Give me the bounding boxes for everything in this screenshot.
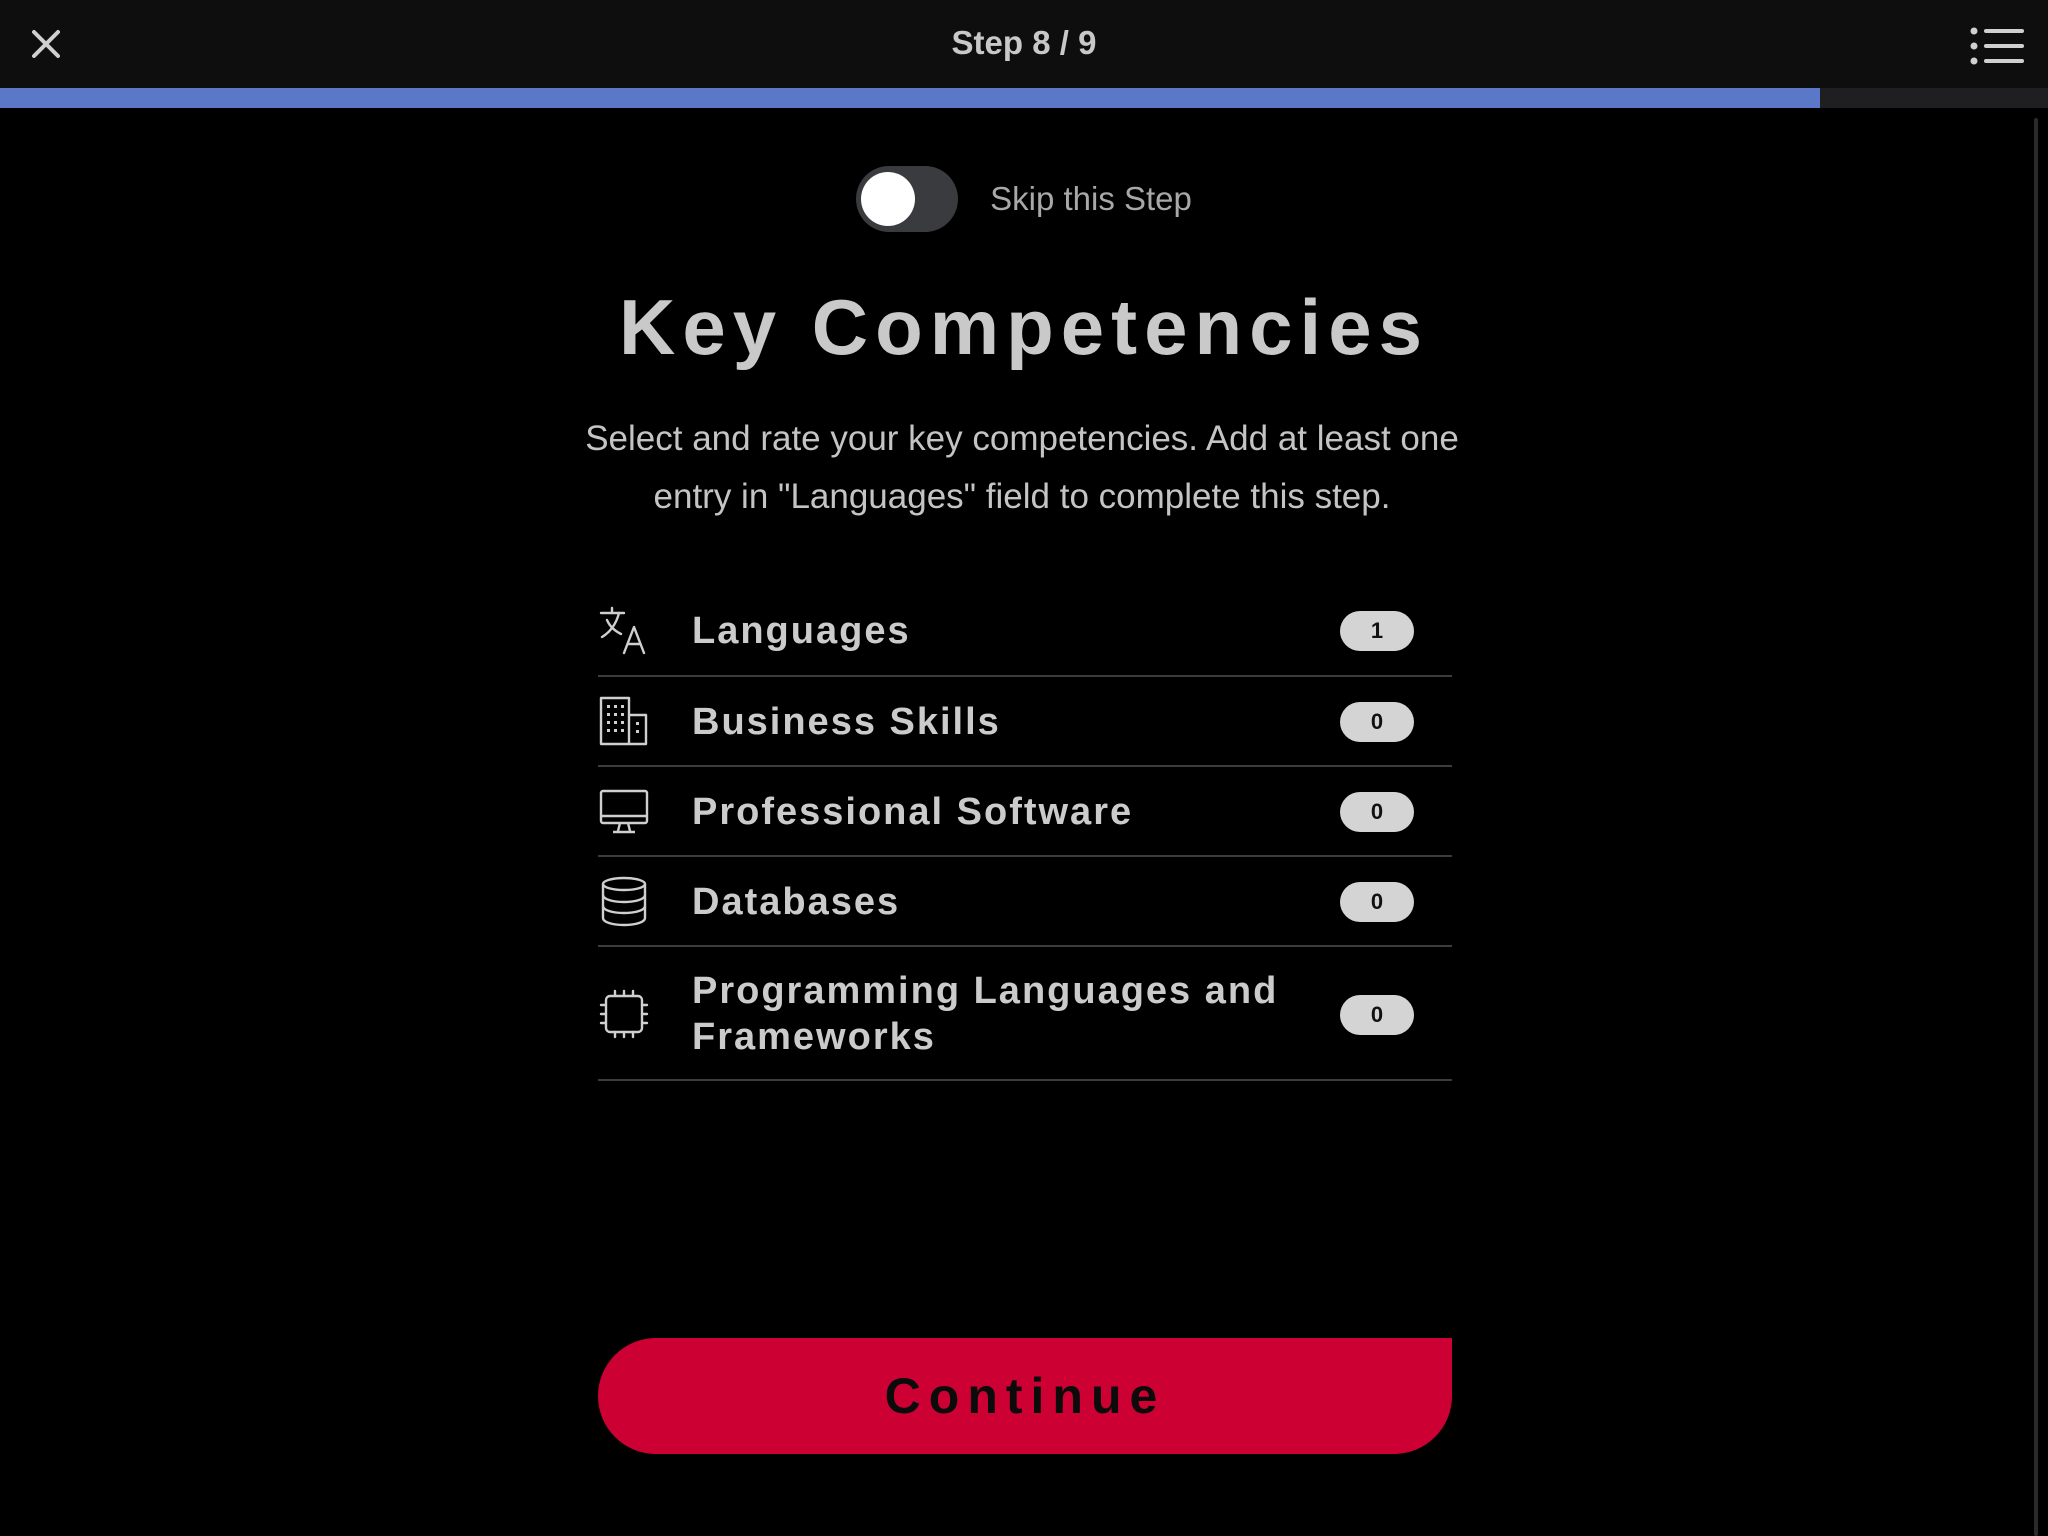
building-icon: [599, 696, 648, 746]
progress-bar: [0, 88, 2048, 108]
skip-step-toggle[interactable]: [856, 166, 959, 232]
competency-label: Languages: [692, 610, 911, 652]
menu-button[interactable]: [1970, 26, 2024, 66]
competency-label: Programming Languages and Frameworks: [692, 970, 1279, 1058]
list-menu-icon: [1970, 27, 2024, 65]
skip-step-row: Skip this Step: [0, 166, 2048, 232]
count-badge: 1: [1340, 611, 1414, 651]
monitor-icon: [599, 789, 649, 834]
competency-row-languages[interactable]: Languages 1: [598, 585, 1452, 677]
competency-row-databases[interactable]: Databases 0: [598, 857, 1452, 947]
competency-row-business-skills[interactable]: Business Skills 0: [598, 677, 1452, 767]
count-badge: 0: [1340, 792, 1414, 832]
progress-fill: [0, 88, 1821, 108]
skip-step-label: Skip this Step: [990, 180, 1192, 217]
count-badge: 0: [1340, 995, 1414, 1035]
count-badge: 0: [1340, 702, 1414, 742]
step-indicator: Step 8 / 9: [951, 24, 1097, 61]
competency-label: Databases: [692, 881, 901, 923]
database-icon: [601, 876, 647, 927]
chip-icon: [599, 989, 649, 1039]
toggle-knob: [861, 172, 916, 226]
page-title: Key Competencies: [619, 283, 1429, 371]
competency-list: Languages 1 Business Skills 0 Profession…: [598, 585, 1452, 1081]
count-badge: 0: [1340, 882, 1414, 922]
top-bar: Step 8 / 9: [0, 0, 2048, 88]
translate-icon: [599, 606, 646, 655]
competency-label: Professional Software: [692, 791, 1134, 833]
continue-button[interactable]: Continue: [598, 1338, 1452, 1454]
competency-row-programming[interactable]: Programming Languages and Frameworks 0: [598, 947, 1452, 1081]
competency-label: Business Skills: [692, 701, 1001, 743]
competency-row-professional-software[interactable]: Professional Software 0: [598, 767, 1452, 857]
page-description: Select and rate your key competencies. A…: [585, 419, 1459, 516]
